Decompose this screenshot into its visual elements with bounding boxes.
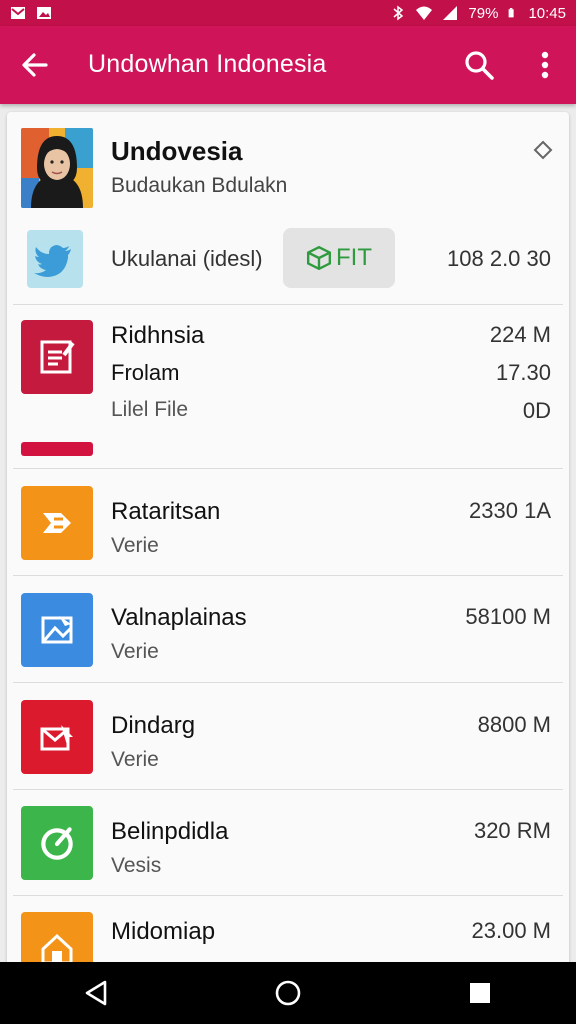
- battery-icon: [509, 8, 515, 18]
- divider: [13, 682, 563, 683]
- item-subtitle: Verie: [111, 640, 159, 663]
- more-options-icon[interactable]: [530, 48, 560, 82]
- bluetooth-icon: [393, 5, 404, 21]
- item-subtitle: Verie: [111, 748, 159, 771]
- profile-header[interactable]: Undovesia Budaukan Bdulakn: [7, 112, 569, 220]
- circle-home-icon: [275, 980, 301, 1006]
- nav-home-button[interactable]: [268, 973, 308, 1013]
- back-arrow-icon[interactable]: [18, 48, 52, 82]
- item-subtitle: Frolam: [111, 360, 180, 385]
- nav-recents-button[interactable]: [460, 973, 500, 1013]
- twitter-icon[interactable]: [27, 230, 83, 288]
- twitter-label: Ukulanai (idesl): [111, 246, 263, 271]
- diamond-icon[interactable]: [533, 140, 553, 160]
- signal-icon: [443, 6, 458, 20]
- divider: [13, 468, 563, 469]
- status-bar: 79% 10:45: [0, 0, 576, 26]
- item-value-secondary: 17.30: [495, 360, 551, 385]
- item-title: Midomiap: [111, 918, 216, 945]
- item-value: 224 M: [489, 322, 551, 347]
- item-value: 23.00 M: [471, 918, 552, 943]
- list-item-ridhnsia[interactable]: Ridhnsia Frolam Lilel File 224 M 17.30 0…: [7, 308, 569, 466]
- item-title: Valnaplainas: [111, 604, 247, 631]
- square-recents-icon: [470, 983, 490, 1003]
- item-value: 58100 M: [465, 604, 551, 629]
- twitter-row: Ukulanai (idesl) FIT 108 2.0 30: [7, 222, 569, 302]
- divider: [13, 575, 563, 576]
- item-value: 8800 M: [477, 712, 551, 737]
- item-value: 320 RM: [473, 818, 551, 843]
- item-title: Belinpdidla: [111, 818, 229, 845]
- document-edit-icon: [21, 320, 93, 394]
- divider: [13, 789, 563, 790]
- app-bar: Undowhan Indonesia: [0, 26, 576, 104]
- list-item-midomiap[interactable]: Midomiap 23.00 M: [7, 898, 569, 972]
- item-title: Rataritsan: [111, 498, 221, 525]
- navigation-bar: [0, 962, 576, 1024]
- profile-name: Undovesia: [111, 136, 243, 166]
- image-mail-icon: [21, 593, 93, 667]
- check-circle-icon: [21, 806, 93, 880]
- search-icon[interactable]: [462, 48, 496, 82]
- wifi-icon: [416, 6, 433, 20]
- twitter-value: 108 2.0 30: [447, 246, 551, 271]
- battery-percent: 79%: [468, 4, 499, 22]
- item-subtitle: Vesis: [111, 854, 162, 877]
- nav-back-button[interactable]: [76, 973, 116, 1013]
- item-title: Ridhnsia: [111, 322, 205, 349]
- list-item-dindarg[interactable]: Dindarg Verie 8800 M: [7, 686, 569, 788]
- fit-button-label: FIT: [336, 244, 372, 271]
- content-card: Undovesia Budaukan Bdulakn Ukulanai (ide…: [7, 112, 569, 972]
- progress-bar: [21, 442, 93, 456]
- clock: 10:45: [528, 4, 566, 22]
- status-bar-notifications: [10, 5, 52, 21]
- divider: [13, 304, 563, 305]
- gallery-icon: [37, 7, 51, 19]
- triangle-back-icon: [85, 980, 107, 1006]
- gmail-icon: [11, 7, 25, 19]
- fit-button[interactable]: FIT: [283, 228, 395, 288]
- list-item-valnaplainas[interactable]: Valnaplainas Verie 58100 M: [7, 578, 569, 680]
- box-icon: [306, 245, 332, 271]
- status-bar-system: 79% 10:45: [390, 5, 566, 22]
- arrow-flag-icon: [21, 486, 93, 560]
- divider: [13, 895, 563, 896]
- mail-arrow-icon: [21, 700, 93, 774]
- list-item-rataritsan[interactable]: Rataritsan Verie 2330 1A: [7, 472, 569, 574]
- list-item-belinpdidla[interactable]: Belinpdidla Vesis 320 RM: [7, 792, 569, 894]
- item-value-tertiary: 0D: [522, 398, 551, 423]
- avatar: [21, 128, 93, 208]
- item-meta: Lilel File: [111, 398, 189, 421]
- page-title: Undowhan Indonesia: [88, 50, 327, 78]
- item-value: 2330 1A: [469, 498, 551, 523]
- profile-subtitle: Budaukan Bdulakn: [111, 174, 288, 197]
- item-subtitle: Verie: [111, 534, 159, 557]
- item-title: Dindarg: [111, 712, 196, 739]
